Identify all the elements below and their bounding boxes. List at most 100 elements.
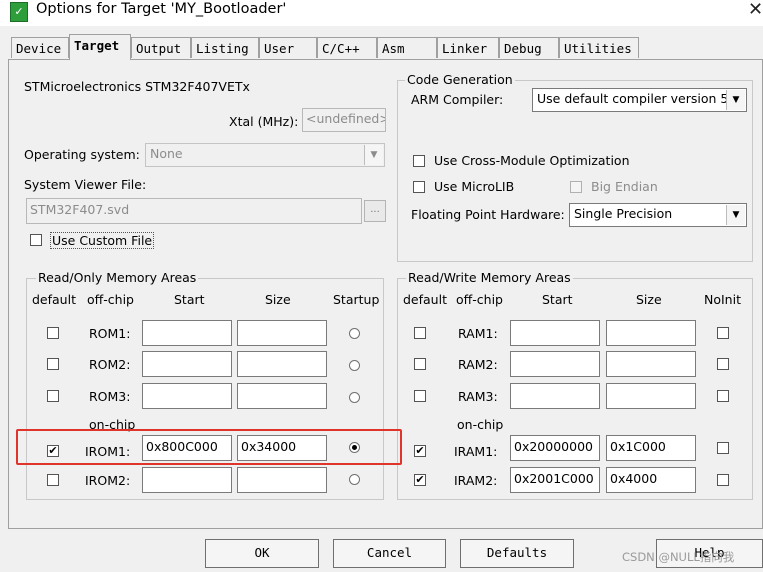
ram1-label: RAM1:	[458, 326, 498, 341]
keil-app-icon: ✓	[10, 2, 28, 22]
ram-header-offchip: off-chip	[456, 292, 503, 307]
rom-header-default: default	[32, 292, 76, 307]
os-select[interactable]: None ▼	[145, 143, 385, 167]
rom1-start-field[interactable]	[142, 320, 232, 346]
close-icon[interactable]: ✕	[748, 0, 763, 20]
custom-file-checkbox[interactable]	[30, 234, 42, 246]
rom1-startup-radio[interactable]	[349, 328, 360, 339]
cancel-button[interactable]: Cancel	[333, 539, 446, 568]
tab-user[interactable]: User	[259, 37, 317, 58]
iram1-noinit-checkbox[interactable]	[717, 442, 729, 454]
fp-value: Single Precision	[574, 206, 673, 221]
rom3-label: ROM3:	[89, 389, 131, 404]
defaults-button[interactable]: Defaults	[460, 539, 574, 568]
rom-header-start: Start	[174, 292, 205, 307]
ram2-default-checkbox[interactable]	[414, 358, 426, 370]
iram2-noinit-checkbox[interactable]	[717, 474, 729, 486]
ram-header-size: Size	[636, 292, 662, 307]
compiler-select[interactable]: Use default compiler version 5 ▼	[532, 88, 747, 112]
ram3-label: RAM3:	[458, 389, 498, 404]
ram-onchip-label: on-chip	[457, 417, 504, 432]
rom2-default-checkbox[interactable]	[47, 358, 59, 370]
fp-select[interactable]: Single Precision ▼	[569, 203, 747, 227]
fp-label: Floating Point Hardware:	[411, 207, 565, 222]
iram1-default-checkbox[interactable]: ✔	[414, 445, 426, 457]
ram1-default-checkbox[interactable]	[414, 327, 426, 339]
rom3-default-checkbox[interactable]	[47, 390, 59, 402]
ok-button[interactable]: OK	[205, 539, 319, 568]
tab-c-cpp[interactable]: C/C++	[317, 37, 377, 58]
iram1-start-field[interactable]: 0x20000000	[510, 435, 600, 461]
svf-field[interactable]: STM32F407.svd	[26, 198, 362, 224]
rom2-start-field[interactable]	[142, 351, 232, 377]
iram2-start-field[interactable]: 0x2001C000	[510, 467, 600, 493]
rom-title: Read/Only Memory Areas	[36, 270, 199, 285]
ram1-size-field[interactable]	[606, 320, 696, 346]
watermark: CSDN @NULL指向我	[622, 550, 735, 564]
ram1-noinit-checkbox[interactable]	[717, 327, 729, 339]
tab-debug[interactable]: Debug	[499, 37, 559, 58]
ram-header-default: default	[403, 292, 447, 307]
chevron-down-icon: ▼	[726, 205, 745, 225]
rom2-label: ROM2:	[89, 357, 131, 372]
ram3-size-field[interactable]	[606, 383, 696, 409]
tab-utilities[interactable]: Utilities	[559, 37, 639, 58]
irom2-label: IROM2:	[85, 473, 131, 488]
device-name: STMicroelectronics STM32F407VETx	[24, 79, 250, 94]
compiler-label: ARM Compiler:	[411, 92, 504, 107]
microlib-checkbox[interactable]	[413, 181, 425, 193]
tab-device[interactable]: Device	[11, 37, 69, 58]
ram-title: Read/Write Memory Areas	[406, 270, 573, 285]
iram1-size-field[interactable]: 0x1C000	[606, 435, 696, 461]
tab-output[interactable]: Output	[131, 37, 191, 58]
xtal-field[interactable]: <undefined>	[302, 108, 386, 132]
ram1-start-field[interactable]	[510, 320, 600, 346]
ram2-noinit-checkbox[interactable]	[717, 358, 729, 370]
chevron-down-icon: ▼	[726, 90, 745, 110]
big-endian-checkbox[interactable]	[570, 181, 582, 193]
ram2-label: RAM2:	[458, 357, 498, 372]
ram3-default-checkbox[interactable]	[414, 390, 426, 402]
rom1-default-checkbox[interactable]	[47, 327, 59, 339]
ram2-size-field[interactable]	[606, 351, 696, 377]
chevron-down-icon: ▼	[364, 145, 383, 165]
rom-header-size: Size	[265, 292, 291, 307]
tab-listing[interactable]: Listing	[191, 37, 259, 58]
os-label: Operating system:	[24, 147, 140, 162]
ram-header-noinit: NoInit	[704, 292, 741, 307]
cross-module-label: Use Cross-Module Optimization	[434, 153, 630, 168]
rom3-start-field[interactable]	[142, 383, 232, 409]
os-value: None	[150, 146, 183, 161]
iram1-label: IRAM1:	[454, 444, 498, 459]
iram2-label: IRAM2:	[454, 473, 498, 488]
big-endian-label: Big Endian	[591, 179, 658, 194]
window-title: Options for Target 'MY_Bootloader'	[36, 1, 287, 17]
compiler-value: Use default compiler version 5	[537, 91, 729, 106]
tab-linker[interactable]: Linker	[437, 37, 499, 58]
irom2-size-field[interactable]	[237, 467, 327, 493]
ram2-start-field[interactable]	[510, 351, 600, 377]
irom2-start-field[interactable]	[142, 467, 232, 493]
rom2-size-field[interactable]	[237, 351, 327, 377]
tab-asm[interactable]: Asm	[377, 37, 437, 58]
rom2-startup-radio[interactable]	[349, 360, 360, 371]
iram2-default-checkbox[interactable]: ✔	[414, 474, 426, 486]
svf-label: System Viewer File:	[24, 177, 147, 192]
rom-header-startup: Startup	[333, 292, 380, 307]
cross-module-checkbox[interactable]	[413, 155, 425, 167]
rom3-startup-radio[interactable]	[349, 392, 360, 403]
xtal-label: Xtal (MHz):	[229, 114, 299, 129]
irom1-highlight-box	[16, 429, 402, 465]
codegen-title: Code Generation	[405, 72, 515, 87]
microlib-label: Use MicroLIB	[434, 179, 515, 194]
ram3-start-field[interactable]	[510, 383, 600, 409]
tab-target[interactable]: Target	[69, 34, 131, 60]
svf-browse-button[interactable]: ...	[364, 200, 386, 222]
irom2-default-checkbox[interactable]	[47, 474, 59, 486]
irom2-startup-radio[interactable]	[349, 474, 360, 485]
rom-header-offchip: off-chip	[87, 292, 134, 307]
rom3-size-field[interactable]	[237, 383, 327, 409]
rom1-size-field[interactable]	[237, 320, 327, 346]
ram3-noinit-checkbox[interactable]	[717, 390, 729, 402]
iram2-size-field[interactable]: 0x4000	[606, 467, 696, 493]
